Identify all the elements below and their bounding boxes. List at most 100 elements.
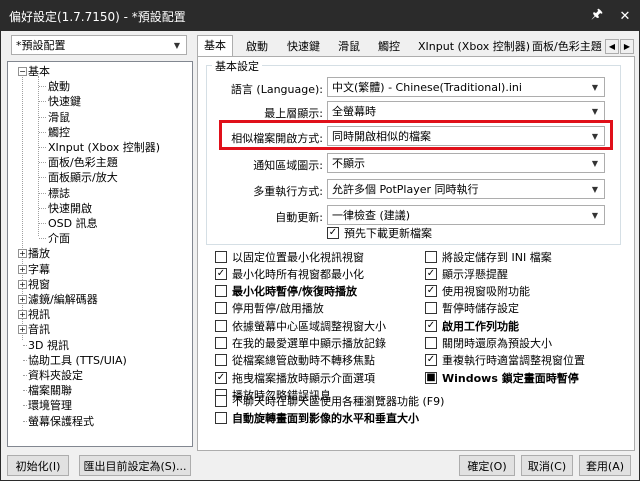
apply-button[interactable]: 套用(A) xyxy=(579,455,631,476)
tree-item[interactable]: 螢幕保護程式 xyxy=(28,414,94,429)
option-checkbox[interactable]: 關閉時還原為預設大小 xyxy=(425,336,552,351)
option-checkbox[interactable]: ✓ 啟用工作列功能 xyxy=(425,318,519,333)
tree-item-label: 視窗 xyxy=(28,277,50,291)
tree-item[interactable]: 播放 xyxy=(28,246,50,261)
tree-item-label: 字幕 xyxy=(28,262,50,276)
tree-item[interactable]: 濾鏡/編解碼器 xyxy=(28,292,98,307)
auto-update-select[interactable]: 一律檢查 (建議) ▼ xyxy=(327,205,605,225)
tree-item-label: OSD 訊息 xyxy=(48,217,98,230)
checkbox-label: Windows 鎖定畫面時暫停 xyxy=(442,371,579,385)
topmost-select-value: 全螢幕時 xyxy=(332,105,376,118)
option-checkbox[interactable]: ■ Windows 鎖定畫面時暫停 xyxy=(425,370,579,385)
expand-icon[interactable]: + xyxy=(18,325,27,335)
tree-item[interactable]: 觸控 xyxy=(48,125,70,140)
tree-item[interactable]: 3D 視訊 xyxy=(28,338,69,353)
multi-instance-select[interactable]: 允許多個 PotPlayer 同時執行 ▼ xyxy=(327,179,605,199)
tree-connector xyxy=(39,223,46,224)
tree-item[interactable]: 視窗 xyxy=(28,277,50,292)
expand-icon[interactable]: + xyxy=(18,310,27,320)
option-checkbox[interactable]: 最小化時暫停/恢復時播放 xyxy=(215,284,357,299)
tree-connector xyxy=(23,359,27,361)
checkbox-label: 重複執行時適當調整視窗位置 xyxy=(442,354,585,368)
tab-basic[interactable]: 基本 xyxy=(197,35,233,57)
tree-item[interactable]: 快速開啟 xyxy=(48,201,92,216)
checkbox-box xyxy=(215,285,227,298)
tab-startup[interactable]: 啟動 xyxy=(239,37,275,57)
checkbox-box xyxy=(425,250,437,263)
tree-item[interactable]: 視訊 xyxy=(28,307,50,322)
tab-touch[interactable]: 觸控 xyxy=(371,37,407,57)
tab-next-icon[interactable]: ▶ xyxy=(620,39,634,54)
expand-icon[interactable]: + xyxy=(18,279,27,289)
collapse-icon[interactable]: − xyxy=(18,67,27,76)
expand-icon[interactable]: + xyxy=(18,295,27,304)
group-label: 基本設定 xyxy=(212,58,262,74)
checkbox-box xyxy=(215,411,227,424)
option-checkbox[interactable]: 不聊天時在聊天區使用各種瀏覽器功能 (F9) xyxy=(215,393,444,408)
tree-connector xyxy=(23,390,27,392)
option-checkbox[interactable]: 從檔案總管啟動時不轉移焦點 xyxy=(215,353,375,368)
tree-connector xyxy=(23,405,27,407)
tray-select[interactable]: 不顯示 ▼ xyxy=(327,153,605,173)
tree-item[interactable]: 協助工具 (TTS/UIA) xyxy=(28,353,127,368)
tab-skin[interactable]: 面板/色彩主題 xyxy=(525,37,605,57)
tree-item[interactable]: 環境管理 xyxy=(28,398,72,413)
option-checkbox[interactable]: 以固定位置最小化視訊視窗 xyxy=(215,249,364,264)
tree-item-label: 滑鼠 xyxy=(48,110,70,124)
checkbox-box xyxy=(425,302,437,315)
tab-prev-icon[interactable]: ◀ xyxy=(605,39,619,54)
expand-icon[interactable]: + xyxy=(18,249,27,259)
option-checkbox[interactable]: ✓ 拖曳檔案播放時顯示介面選項 xyxy=(215,370,375,385)
predownload-checkbox[interactable]: ✓ 預先下載更新檔案 xyxy=(327,225,432,240)
tree-item[interactable]: OSD 訊息 xyxy=(48,216,98,231)
profile-select[interactable]: *預設配置 ▼ xyxy=(11,35,187,55)
option-checkbox[interactable]: 將設定儲存到 INI 檔案 xyxy=(425,249,552,264)
checkbox-box: ✓ xyxy=(215,267,227,280)
tree-item[interactable]: 檔案關聯 xyxy=(28,383,72,398)
tree-item-label: 面板顯示/放大 xyxy=(48,171,118,185)
tree-item[interactable]: 介面 xyxy=(48,231,70,246)
option-checkbox[interactable]: 依據螢幕中心區域調整視窗大小 xyxy=(215,318,386,333)
tree-item[interactable]: 資料夾設定 xyxy=(28,368,83,383)
option-checkbox[interactable]: ✓ 重複執行時適當調整視窗位置 xyxy=(425,353,585,368)
tree-item-label: 視訊 xyxy=(28,308,50,322)
option-checkbox[interactable]: ✓ 顯示浮懸提醒 xyxy=(425,266,508,281)
language-select[interactable]: 中文(繁體) - Chinese(Traditional).ini ▼ xyxy=(327,77,605,97)
export-settings-button[interactable]: 匯出目前設定為(S)... xyxy=(79,455,191,476)
option-checkbox[interactable]: 停用暫停/啟用播放 xyxy=(215,301,324,316)
option-checkbox[interactable]: ✓ 使用視窗吸附功能 xyxy=(425,284,530,299)
expand-icon[interactable]: + xyxy=(18,264,27,274)
tree-item[interactable]: 基本 xyxy=(28,64,50,79)
option-checkbox[interactable]: 自動旋轉畫面到影像的水平和垂直大小 xyxy=(215,410,419,425)
tab-mouse[interactable]: 滑鼠 xyxy=(331,37,367,57)
tree-item[interactable]: 面板/色彩主題 xyxy=(48,155,118,170)
tree-item[interactable]: 音訊 xyxy=(28,322,50,337)
checkbox-label: 依據螢幕中心區域調整視窗大小 xyxy=(232,319,386,333)
topmost-select[interactable]: 全螢幕時 ▼ xyxy=(327,101,605,121)
checkbox-box: ✓ xyxy=(425,319,437,332)
tree-item-label: 啟動 xyxy=(48,80,70,94)
tree-item-label: 濾鏡/編解碼器 xyxy=(28,293,98,306)
option-checkbox[interactable]: 暫停時儲存設定 xyxy=(425,301,519,316)
cancel-button[interactable]: 取消(C) xyxy=(521,455,573,476)
tab-xinput[interactable]: XInput (Xbox 控制器) xyxy=(411,37,537,57)
checkbox-box xyxy=(215,319,227,332)
tab-hotkeys[interactable]: 快速鍵 xyxy=(280,37,327,57)
initialize-button[interactable]: 初始化(I) xyxy=(7,455,69,476)
tree-item-label: 面板/色彩主題 xyxy=(48,156,118,170)
ok-button[interactable]: 確定(O) xyxy=(459,455,515,476)
tree-item-label: 檔案關聯 xyxy=(28,384,72,398)
pin-icon[interactable]: 🖈 xyxy=(583,1,611,31)
tree-item[interactable]: 面板顯示/放大 xyxy=(48,170,118,185)
tree-connector xyxy=(39,162,46,164)
tree-item[interactable]: 快速鍵 xyxy=(48,94,81,109)
tree-item[interactable]: 滑鼠 xyxy=(48,110,70,125)
tree-item[interactable]: 字幕 xyxy=(28,262,50,277)
option-checkbox[interactable]: 在我的最愛選單中顯示播放記錄 xyxy=(215,336,386,351)
tree-item[interactable]: 標誌 xyxy=(48,186,70,201)
tree-item[interactable]: XInput (Xbox 控制器) xyxy=(48,140,160,155)
tree-item[interactable]: 啟動 xyxy=(48,79,70,94)
option-checkbox[interactable]: ✓ 最小化時所有視窗都最小化 xyxy=(215,266,364,281)
close-icon[interactable]: ✕ xyxy=(611,1,639,31)
settings-tree[interactable]: 基本 − 啟動 快速鍵 滑鼠 觸控 XInput (Xbox 控制器) 面板/色彩主題 面板顯示… xyxy=(7,61,193,447)
